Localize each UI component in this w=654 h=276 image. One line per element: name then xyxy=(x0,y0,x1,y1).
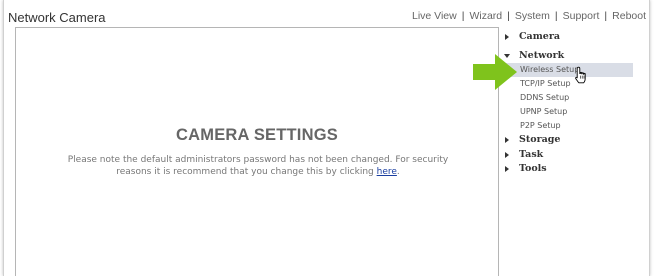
settings-sidebar: Camera Network Wireless Setup TCP/IP Set… xyxy=(503,30,633,177)
sidebar-section-storage[interactable]: Storage xyxy=(503,133,633,148)
sidebar-section-network[interactable]: Network xyxy=(503,49,633,64)
sidebar-item-upnp-setup[interactable]: UPNP Setup xyxy=(503,105,633,119)
nav-separator: | xyxy=(507,10,510,22)
sidebar-section-task[interactable]: Task xyxy=(503,148,633,163)
green-right-arrow-icon xyxy=(473,54,517,90)
sidebar-section-label: Camera xyxy=(519,31,560,42)
password-notice-end: . xyxy=(396,167,400,177)
main-panel: CAMERA SETTINGS Please note the default … xyxy=(15,27,499,276)
expand-arrow-icon xyxy=(505,137,509,143)
nav-reboot[interactable]: Reboot xyxy=(612,10,646,22)
nav-system[interactable]: System xyxy=(515,10,550,22)
sidebar-item-p2p-setup[interactable]: P2P Setup xyxy=(503,119,633,133)
camera-settings-heading: CAMERA SETTINGS xyxy=(176,126,338,144)
nav-separator: | xyxy=(554,10,558,22)
sidebar-section-label: Tools xyxy=(519,163,547,174)
page-title: Network Camera xyxy=(8,10,106,25)
expand-arrow-icon xyxy=(505,34,509,40)
sidebar-section-label: Storage xyxy=(519,134,561,145)
nav-live-view[interactable]: Live View xyxy=(412,10,457,22)
password-notice: Please note the default administrators p… xyxy=(56,154,460,178)
nav-separator: | xyxy=(604,10,608,22)
sidebar-section-camera[interactable]: Camera xyxy=(503,30,633,45)
header: Network Camera Live View | Wizard | System | S… xyxy=(4,0,649,26)
hand-pointer-icon xyxy=(575,66,586,84)
top-nav: Live View | Wizard | System | Support | Reboot xyxy=(412,10,646,22)
change-password-link[interactable]: here xyxy=(377,167,397,177)
sidebar-item-ddns-setup[interactable]: DDNS Setup xyxy=(503,91,633,105)
nav-support[interactable]: Support xyxy=(563,10,600,22)
nav-wizard[interactable]: Wizard xyxy=(469,10,502,22)
sidebar-section-label: Network xyxy=(519,49,565,61)
expand-arrow-icon xyxy=(505,151,509,158)
sidebar-section-tools[interactable]: Tools xyxy=(503,162,633,177)
sidebar-item-tcpip-setup[interactable]: TCP/IP Setup xyxy=(503,77,633,91)
sidebar-item-wireless-setup[interactable]: Wireless Setup xyxy=(503,63,633,77)
nav-separator: | xyxy=(461,10,465,22)
sidebar-section-label: Task xyxy=(519,148,544,160)
expand-arrow-icon xyxy=(505,166,509,172)
